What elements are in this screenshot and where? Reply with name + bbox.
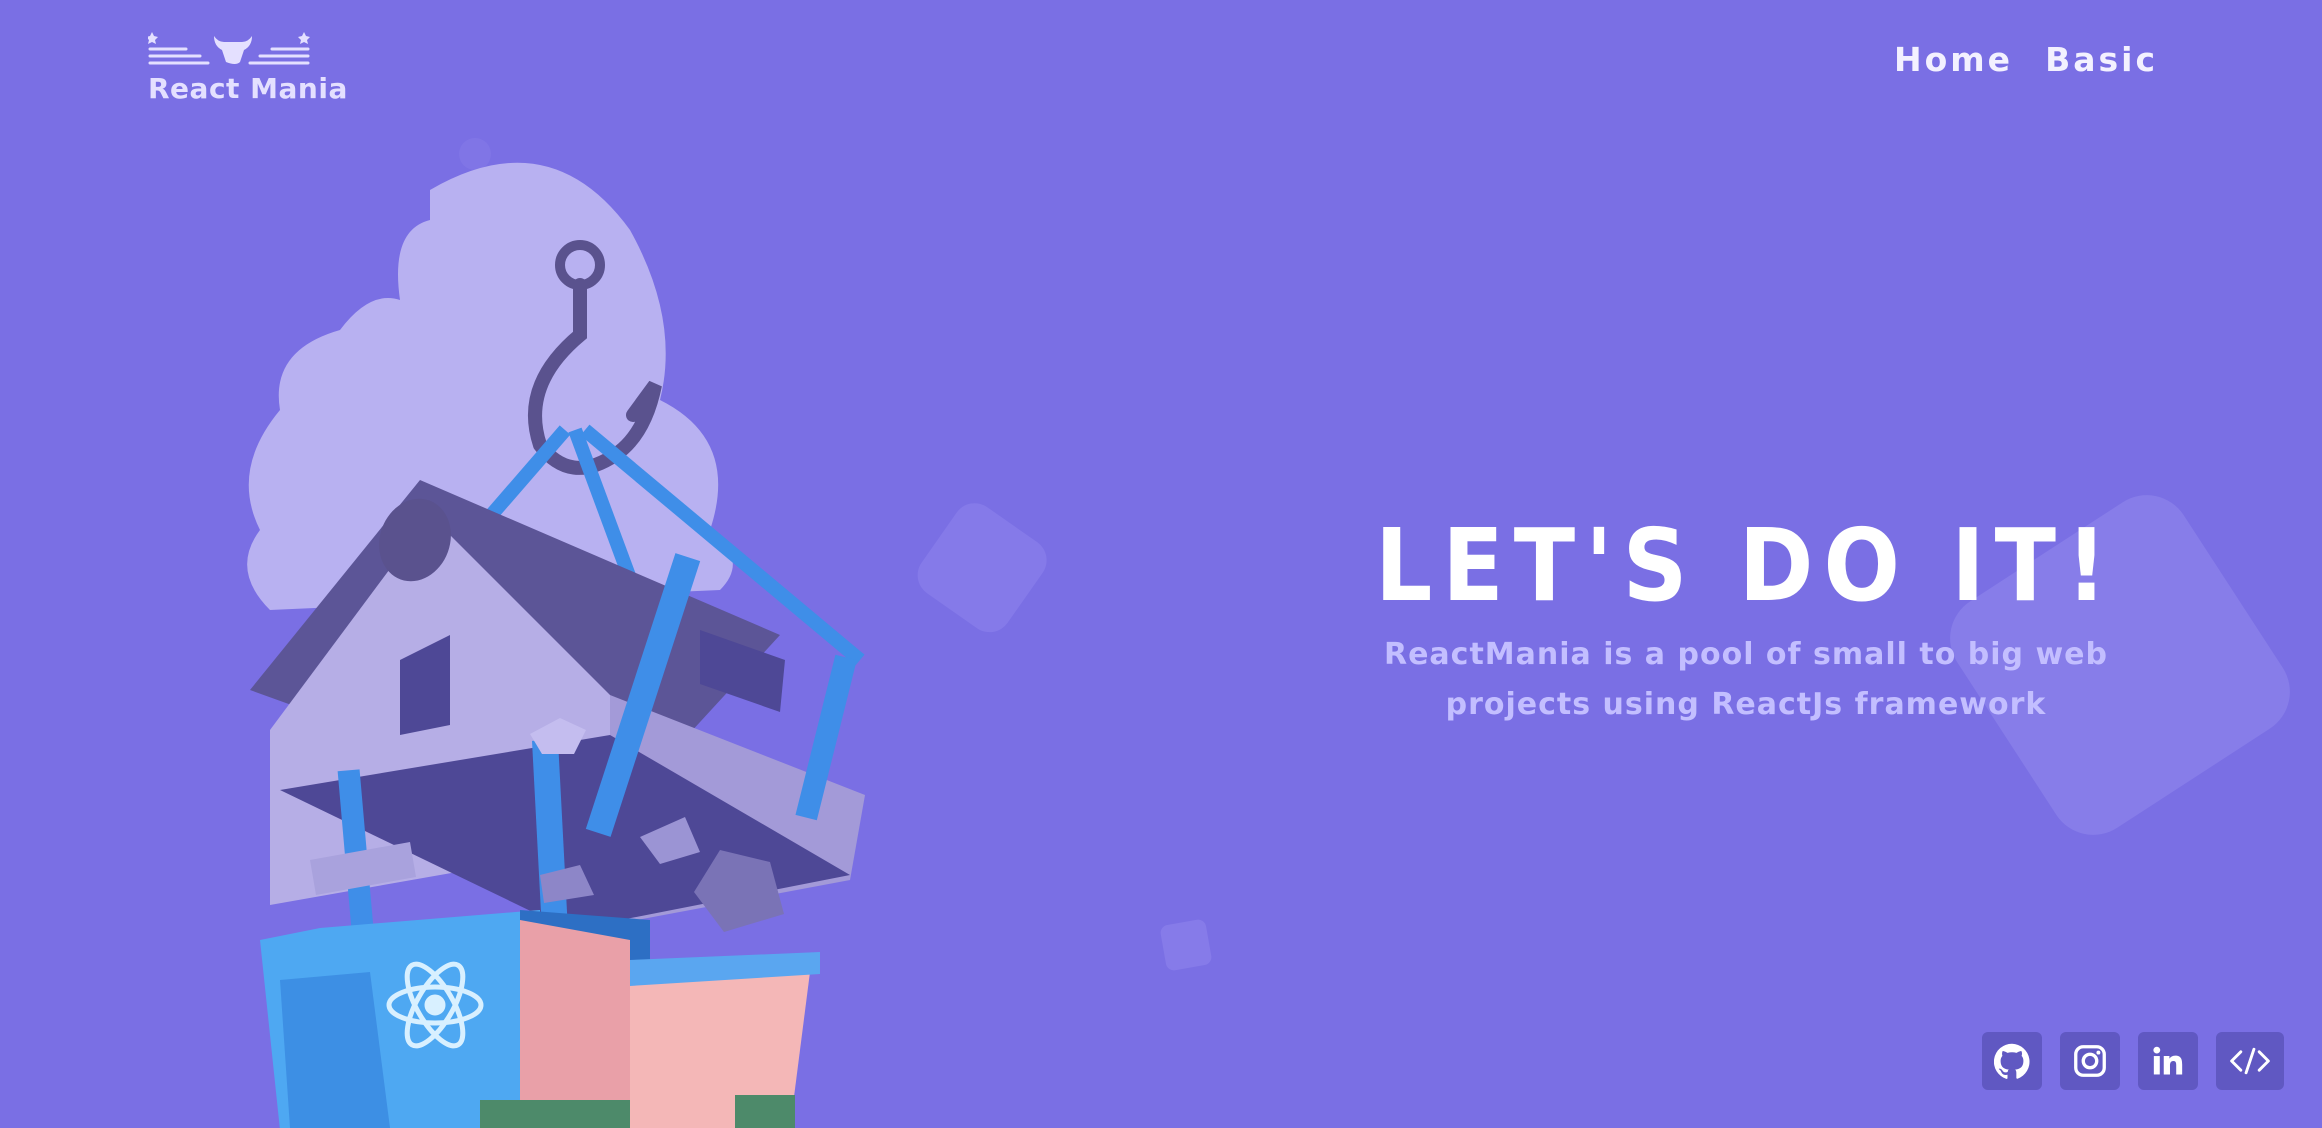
code-button[interactable] <box>2216 1032 2284 1090</box>
hero-title: LET'S DO IT! <box>1374 507 2118 624</box>
hero-subtitle: ReactMania is a pool of small to big web… <box>1383 637 2109 722</box>
brand-logo[interactable]: React Mania <box>148 30 347 105</box>
instagram-button[interactable] <box>2060 1032 2120 1090</box>
linkedin-icon <box>2153 1046 2183 1075</box>
brand-name: React Mania <box>148 72 348 105</box>
social-links <box>1982 1032 2284 1090</box>
github-icon <box>1994 1043 2030 1079</box>
instagram-icon <box>2074 1045 2106 1077</box>
github-button[interactable] <box>1982 1032 2042 1090</box>
nav-home-link[interactable]: Home <box>1894 40 2013 79</box>
linkedin-button[interactable] <box>2138 1032 2198 1090</box>
hero-illustration <box>247 162 865 1128</box>
main-nav: Home Basic <box>1894 40 2158 79</box>
nav-basic-link[interactable]: Basic <box>2045 40 2158 79</box>
bull-head-icon <box>148 32 310 65</box>
code-icon <box>2230 1047 2270 1075</box>
